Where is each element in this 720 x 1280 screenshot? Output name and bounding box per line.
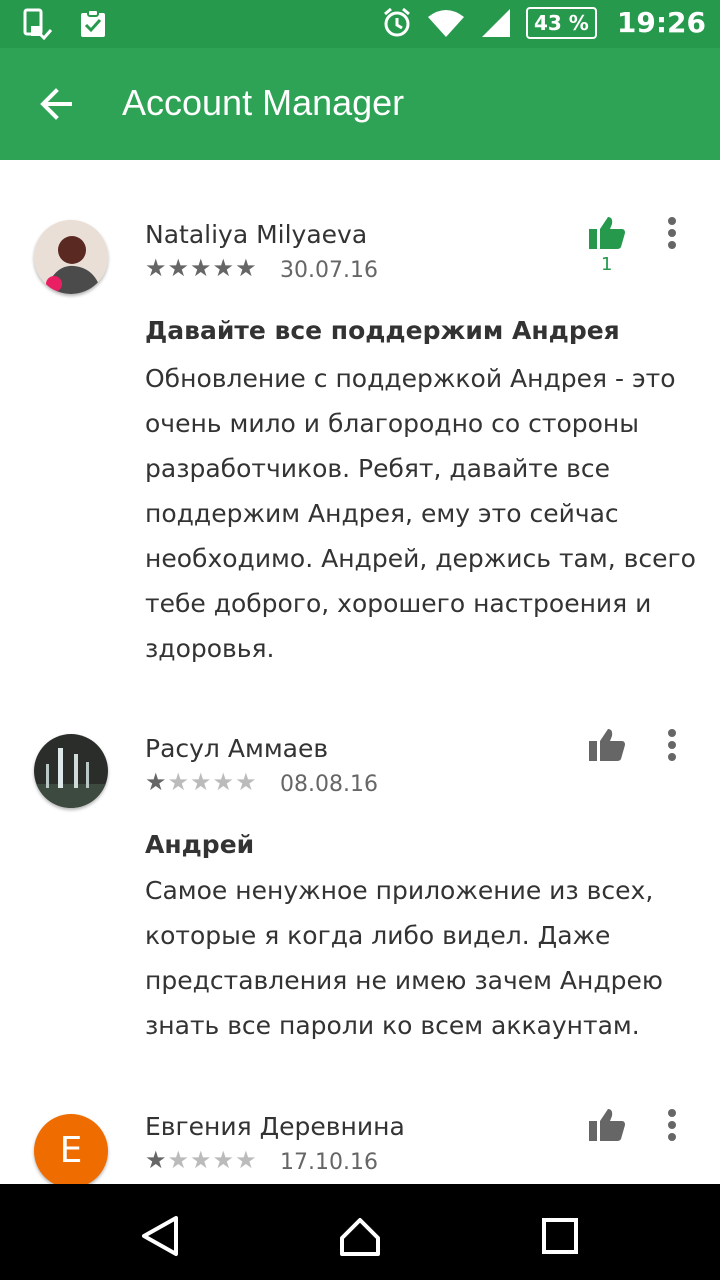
back-arrow-icon[interactable] <box>36 84 76 124</box>
review-date: 17.10.16 <box>280 1150 378 1175</box>
app-bar: Account Manager <box>0 48 720 160</box>
clock: 19:26 <box>616 6 706 39</box>
signal-icon <box>482 8 511 37</box>
review-author: Расул Аммаев <box>145 734 329 763</box>
review-title: Давайте все поддержим Андрея <box>145 316 620 345</box>
avatar <box>34 734 108 808</box>
status-bar: 43 % 19:26 <box>0 0 720 48</box>
review-body: Самое ненужное приложение из всех, котор… <box>145 876 663 1040</box>
avatar <box>34 220 108 294</box>
battery-indicator: 43 % <box>526 6 597 39</box>
nav-home-icon[interactable] <box>338 1214 382 1258</box>
more-options-icon[interactable] <box>658 214 686 254</box>
nav-back-icon[interactable] <box>138 1214 182 1258</box>
review-date: 08.08.16 <box>280 772 378 797</box>
star-rating: ★★★★★ <box>145 254 258 282</box>
review-card: E Евгения Деревнина ★★★★★ 17.10.16 <box>0 1100 720 1184</box>
review-author: Nataliya Milyaeva <box>145 220 368 249</box>
review-card: Nataliya Milyaeva ★★★★★ 30.07.16 1 Давай… <box>0 160 720 720</box>
review-body: Обновление с поддержкой Андрея - это оче… <box>145 364 696 663</box>
wifi-icon <box>428 9 465 37</box>
more-options-icon[interactable] <box>658 1106 686 1146</box>
thumbs-up-icon[interactable] <box>588 1108 626 1142</box>
avatar: E <box>34 1114 108 1184</box>
sim-storage-icon <box>23 8 52 40</box>
star-rating: ★★★★★ <box>145 768 258 796</box>
clipboard-check-icon <box>81 9 105 37</box>
like-count: 1 <box>601 254 613 275</box>
review-author: Евгения Деревнина <box>145 1112 405 1141</box>
alarm-icon <box>384 7 410 36</box>
page-title: Account Manager <box>122 82 405 123</box>
navigation-bar <box>0 1184 720 1280</box>
review-title: Андрей <box>145 830 255 859</box>
more-options-icon[interactable] <box>658 726 686 766</box>
thumbs-up-icon[interactable] <box>588 216 626 250</box>
nav-recents-icon[interactable] <box>538 1214 582 1258</box>
thumbs-up-icon[interactable] <box>588 728 626 762</box>
review-card: Расул Аммаев ★★★★★ 08.08.16 Андрей Самое… <box>0 720 720 1100</box>
avatar-letter: E <box>59 1130 83 1171</box>
star-rating: ★★★★★ <box>145 1146 258 1174</box>
review-date: 30.07.16 <box>280 258 378 283</box>
